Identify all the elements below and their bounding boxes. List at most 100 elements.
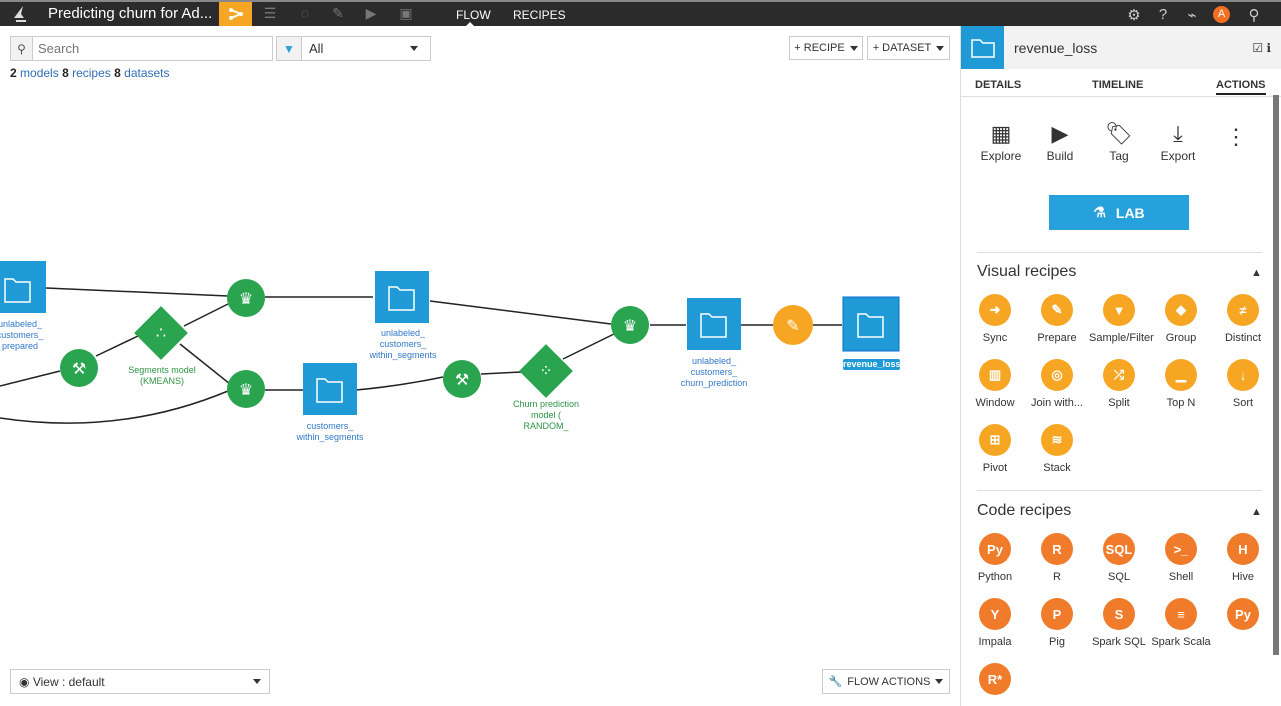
visual-recipe-stack[interactable]: ≋ Stack — [1027, 424, 1087, 474]
chevron-down-icon — [849, 45, 858, 51]
code-recipe-item[interactable]: R* — [965, 663, 1025, 701]
right-panel: revenue_loss ☑ ℹ DETAILS TIMELINE ACTION… — [960, 26, 1281, 706]
tag-icon: 🏷 — [1105, 121, 1133, 146]
chevron-down-icon — [935, 679, 944, 684]
filter-select[interactable]: ▼ All — [276, 36, 431, 61]
lab-icon[interactable]: ◌ — [295, 5, 315, 23]
visual-recipe-split[interactable]: ⤮ Split — [1089, 359, 1149, 409]
help-icon[interactable]: ? — [1154, 6, 1172, 23]
r-icon: R — [1041, 533, 1073, 565]
recipe-label: Shell — [1168, 571, 1194, 583]
code-recipe-spark-scala[interactable]: ≡ Spark Scala — [1151, 598, 1211, 648]
add-dataset-button[interactable]: + DATASET — [867, 36, 950, 60]
panel-title: revenue_loss — [1014, 39, 1098, 56]
edge — [183, 303, 229, 327]
visual-recipe-join-with-[interactable]: ◎ Join with... — [1027, 359, 1087, 409]
model-label[interactable]: Segments model (KMEANS) — [120, 365, 204, 387]
collapse-icon[interactable]: ▲ — [1251, 267, 1262, 279]
tag-action[interactable]: 🏷 Tag — [1089, 121, 1149, 163]
chevron-down-icon — [936, 45, 945, 51]
dss-logo-icon[interactable] — [8, 4, 30, 24]
flow-icon[interactable] — [219, 2, 252, 26]
tab-actions[interactable]: ACTIONS — [1216, 79, 1266, 95]
visual-recipe-sort[interactable]: ↓ Sort — [1213, 359, 1273, 409]
lab-button[interactable]: ⚗ LAB — [1049, 195, 1189, 230]
info-icon[interactable]: ℹ — [1266, 41, 1271, 55]
visual-recipe-sample-filter[interactable]: ▼ Sample/Filter — [1089, 294, 1154, 344]
activity-icon[interactable]: ⌁ — [1183, 6, 1201, 24]
broom-icon: ✎ — [786, 316, 799, 335]
visual-recipe-group[interactable]: ◆ Group — [1151, 294, 1211, 344]
code-recipe-python[interactable]: Py Python — [965, 533, 1025, 583]
collapse-icon[interactable]: ▲ — [1251, 506, 1262, 518]
visual-recipe-top-n[interactable]: ▁ Top N — [1151, 359, 1211, 409]
avatar[interactable]: A — [1213, 6, 1230, 23]
distinct-icon: ≠ — [1227, 294, 1259, 326]
recipe-label: Split — [1108, 397, 1130, 409]
flow-counts: 2 models 8 recipes 8 datasets — [10, 66, 170, 80]
code-recipe-spark-sql[interactable]: S Spark SQL — [1089, 598, 1149, 648]
selected-dataset-label[interactable]: revenue_loss — [843, 359, 901, 370]
view-select[interactable]: ◉ View : default — [10, 669, 270, 694]
divider — [977, 490, 1262, 491]
dashboards-icon[interactable]: ▣ — [396, 5, 416, 23]
code-recipe-pig[interactable]: P Pig — [1027, 598, 1087, 648]
visual-recipe-window[interactable]: ▥ Window — [965, 359, 1025, 409]
edge — [480, 371, 523, 375]
search-icon[interactable]: ⚲ — [1245, 6, 1263, 24]
visual-recipe-sync[interactable]: ➜ Sync — [965, 294, 1025, 344]
datasets-icon[interactable]: ☰ — [260, 5, 280, 23]
export-action[interactable]: ⤓ Export — [1148, 121, 1208, 163]
clusters-icon: ∴ — [156, 323, 166, 342]
checkbox-icon[interactable]: ☑ — [1252, 41, 1263, 55]
models-link[interactable]: models — [20, 66, 59, 80]
code-recipe-hive[interactable]: H Hive — [1213, 533, 1273, 583]
tab-details[interactable]: DETAILS — [975, 79, 1021, 91]
microscope-icon: ⚗ — [1093, 204, 1106, 220]
visual-recipe-distinct[interactable]: ≠ Distinct — [1213, 294, 1273, 344]
group-icon: ◆ — [1165, 294, 1197, 326]
flow-actions-button[interactable]: 🔧 FLOW ACTIONS — [822, 669, 950, 694]
jobs-icon[interactable]: ▶ — [361, 5, 381, 23]
more-vertical-icon: ⋮ — [1225, 124, 1247, 149]
notebooks-icon[interactable]: ✎ — [328, 5, 348, 23]
dataset-label[interactable]: unlabeled_ customers_ within_segments — [360, 328, 446, 361]
code-recipe-shell[interactable]: >_ Shell — [1151, 533, 1211, 583]
datasets-link[interactable]: datasets — [124, 66, 169, 80]
edge — [562, 333, 615, 360]
code-recipe-sql[interactable]: SQL SQL — [1089, 533, 1149, 583]
recipe-label: SQL — [1107, 571, 1130, 583]
recipe-label: Window — [975, 397, 1015, 409]
tab-flow[interactable]: FLOW — [456, 8, 491, 22]
chevron-down-icon — [253, 679, 261, 684]
download-icon: ⤓ — [1173, 121, 1183, 146]
recipes-link[interactable]: recipes — [72, 66, 111, 80]
more-actions[interactable]: ⋮ — [1206, 124, 1266, 152]
code-recipe-r[interactable]: RR — [1027, 533, 1087, 583]
recipe-label: Spark SQL — [1092, 636, 1146, 648]
dataset-label[interactable]: customers_ within_segments — [288, 421, 372, 443]
panel-scrollbar[interactable] — [1273, 95, 1279, 655]
explore-action[interactable]: ▦ Explore — [971, 121, 1031, 163]
tab-timeline[interactable]: TIMELINE — [1092, 79, 1143, 91]
recipe-label: Spark Scala — [1151, 636, 1211, 648]
add-recipe-button[interactable]: + RECIPE — [789, 36, 863, 60]
panel-tabs: DETAILS TIMELINE ACTIONS — [961, 69, 1281, 97]
recipe-label: Impala — [978, 636, 1012, 648]
dataset-label[interactable]: unlabeled_ customers_ prepared — [0, 319, 50, 352]
flow-canvas[interactable]: ⚒ ⚒ ♛ ♛ ♛ ✎ ∴ ⁘ ⚲ ▼ All 2 models 8 recip… — [0, 26, 960, 706]
search-input[interactable] — [33, 37, 272, 60]
build-action[interactable]: ▶ Build — [1030, 121, 1090, 163]
model-label[interactable]: Churn prediction model (RANDOM_ — [504, 399, 588, 432]
add-dataset-label: + DATASET — [872, 42, 932, 54]
project-title[interactable]: Predicting churn for Ad... — [48, 5, 212, 22]
dataset-label[interactable]: unlabeled_ customers_ churn_prediction — [670, 356, 758, 389]
code-recipe-item[interactable]: Py — [1213, 598, 1273, 636]
visual-recipe-prepare[interactable]: ✎ Prepare — [1027, 294, 1087, 344]
gear-icon[interactable]: ⚙ — [1125, 6, 1143, 24]
visual-recipe-pivot[interactable]: ⊞ Pivot — [965, 424, 1025, 474]
impala-icon: Y — [979, 598, 1011, 630]
code-recipe-impala[interactable]: Y Impala — [965, 598, 1025, 648]
tab-recipes[interactable]: RECIPES — [513, 8, 566, 22]
dumbbell-icon: ⚒ — [455, 370, 469, 389]
